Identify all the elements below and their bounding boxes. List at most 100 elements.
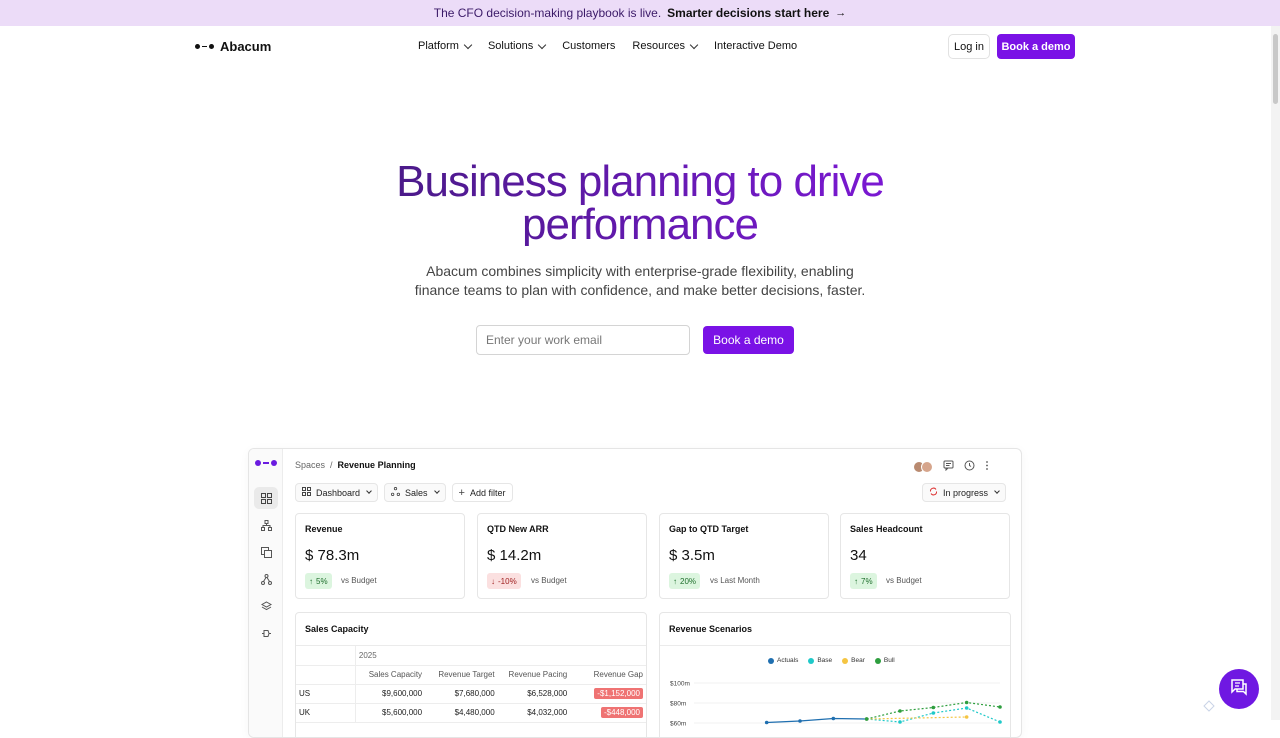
plug-icon[interactable] <box>254 622 278 644</box>
nav-label: Solutions <box>487 40 534 52</box>
y-tick-label: $100m <box>670 681 690 688</box>
view-label: Dashboard <box>316 487 361 498</box>
nav-item-resources[interactable]: Resources <box>632 40 699 52</box>
kpi-delta-badge: ↑ 5% <box>305 573 332 589</box>
data-point[interactable] <box>898 709 902 713</box>
kpi-compare: vs Budget <box>341 576 377 585</box>
data-point[interactable] <box>898 720 902 724</box>
arrow-up-icon: ↑ <box>854 576 858 586</box>
table-row[interactable]: US $9,600,000 $7,680,000 $6,528,000 -$1,… <box>296 684 646 704</box>
logo[interactable]: Abacum <box>195 39 271 54</box>
revenue-scenarios-chart: $100m $80m $60m <box>670 681 1002 728</box>
app-sidebar <box>249 449 283 737</box>
kpi-value: $ 78.3m <box>305 547 360 564</box>
group-label: Sales <box>405 487 428 498</box>
data-point[interactable] <box>764 720 769 725</box>
login-button[interactable]: Log in <box>948 34 990 59</box>
data-point[interactable] <box>864 717 869 721</box>
kpi-card-gap-to-target[interactable]: Gap to QTD Target $ 3.5m ↑ 20% vs Last Mo… <box>659 513 829 599</box>
nav-item-platform[interactable]: Platform <box>418 40 473 52</box>
chevron-down-icon <box>994 488 1000 494</box>
grid-icon[interactable] <box>254 487 278 509</box>
hero-title-line: performance <box>521 200 758 249</box>
watermark <box>1203 700 1215 715</box>
data-point[interactable] <box>964 700 969 705</box>
data-point[interactable] <box>931 711 936 715</box>
collaborator-avatars[interactable] <box>913 461 933 473</box>
app-logo-icon <box>255 460 277 466</box>
comment-icon[interactable] <box>943 458 954 476</box>
kpi-label: QTD New ARR <box>487 524 549 534</box>
chat-button[interactable] <box>1219 669 1259 709</box>
sales-capacity-panel: Sales Capacity 2025 Sales Capacity Reven… <box>295 612 647 737</box>
announcement-banner[interactable]: The CFO decision-making playbook is live… <box>0 0 1280 26</box>
book-demo-hero-button[interactable]: Book a demo <box>703 326 794 354</box>
view-dropdown[interactable]: Dashboard <box>295 483 379 502</box>
breadcrumb-separator: / <box>330 460 333 470</box>
banner-link[interactable]: Smarter decisions start here <box>667 6 829 20</box>
app-toolbar: Dashboard Sales + Add filter <box>295 483 513 502</box>
nav-label: Customers <box>562 40 616 52</box>
kpi-compare: vs Budget <box>886 576 922 585</box>
kpi-card-revenue[interactable]: Revenue $ 78.3m ↑ 5% vs Budget <box>295 513 465 599</box>
arrow-up-icon: ↑ <box>673 576 677 586</box>
scrollbar[interactable] <box>1271 26 1280 720</box>
kpi-label: Revenue <box>305 524 343 534</box>
table-cell: $4,032,000 <box>497 703 571 723</box>
table-row[interactable]: UK $5,600,000 $4,480,000 $4,032,000 -$44… <box>296 703 646 723</box>
row-label: US <box>296 684 356 704</box>
data-point[interactable] <box>998 720 1002 724</box>
scrollbar-thumb[interactable] <box>1273 34 1278 104</box>
table-cell: $9,600,000 <box>355 684 426 704</box>
data-point[interactable] <box>998 705 1002 709</box>
chevron-down-icon <box>433 488 440 494</box>
status-label: In progress <box>943 487 989 498</box>
kpi-value: 34 <box>850 547 867 564</box>
chat-icon <box>1229 677 1249 702</box>
nav-item-solutions[interactable]: Solutions <box>487 40 547 52</box>
logo-mark-icon <box>195 44 214 49</box>
kpi-delta: 5% <box>316 576 328 586</box>
group-dropdown[interactable]: Sales <box>384 483 446 502</box>
chevron-down-icon <box>689 40 699 49</box>
kpi-card-qtd-new-arr[interactable]: QTD New ARR $ 14.2m ↓ -10% vs Budget <box>477 513 647 599</box>
clock-icon[interactable] <box>964 458 975 476</box>
kpi-label: Sales Headcount <box>850 524 923 534</box>
column-header: Sales Capacity <box>355 665 426 685</box>
data-point[interactable] <box>931 705 936 710</box>
refresh-icon <box>929 487 938 498</box>
product-preview: Spaces / Revenue Planning Dashboard Sale… <box>248 448 1022 738</box>
hero-subtitle-line: finance teams to plan with confidence, a… <box>414 282 866 298</box>
kpi-value: $ 14.2m <box>487 547 542 564</box>
nav-item-interactive-demo[interactable]: Interactive Demo <box>714 40 797 52</box>
nodes-icon <box>391 487 401 498</box>
hierarchy-icon[interactable] <box>254 514 278 536</box>
dashboard-icon <box>302 487 311 498</box>
copy-icon[interactable] <box>254 541 278 563</box>
breadcrumb-current: Revenue Planning <box>337 460 416 470</box>
book-demo-nav-button[interactable]: Book a demo <box>997 34 1075 59</box>
nodes-icon[interactable] <box>254 568 278 590</box>
data-point[interactable] <box>964 715 969 719</box>
revenue-scenarios-panel: Revenue Scenarios Actuals Base Bear Bull $1… <box>659 612 1011 737</box>
kpi-card-sales-headcount[interactable]: Sales Headcount 34 ↑ 7% vs Budget <box>840 513 1010 599</box>
column-header: Revenue Pacing <box>497 665 571 685</box>
nav-label: Resources <box>632 40 685 52</box>
breadcrumb-root[interactable]: Spaces <box>295 460 325 470</box>
table-header-row: Sales Capacity Revenue Target Revenue Pa… <box>296 665 646 685</box>
chevron-down-icon <box>537 40 547 49</box>
nav-label: Interactive Demo <box>714 40 798 52</box>
nav-item-customers[interactable]: Customers <box>562 40 615 52</box>
y-tick-label: $80m <box>670 701 686 708</box>
add-filter-button[interactable]: + Add filter <box>451 483 513 502</box>
work-email-input[interactable] <box>476 325 690 355</box>
data-point[interactable] <box>964 706 969 710</box>
watermark-logo-icon <box>1203 700 1215 715</box>
table-cell: $7,680,000 <box>425 684 498 704</box>
status-dropdown[interactable]: In progress <box>922 483 1007 502</box>
column-header: Revenue Target <box>425 665 498 685</box>
layers-icon[interactable] <box>254 595 278 617</box>
app-header-actions <box>913 458 989 476</box>
more-vertical-icon[interactable] <box>985 458 989 476</box>
arrow-up-icon: ↑ <box>309 576 313 586</box>
